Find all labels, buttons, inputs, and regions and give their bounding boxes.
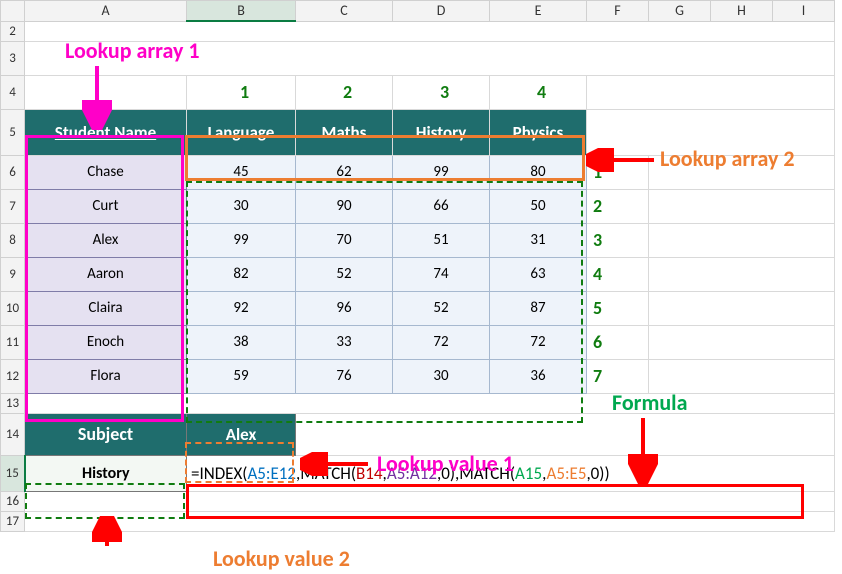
col-header-B[interactable]: B	[187, 1, 296, 22]
row-header-13[interactable]: 13	[1, 393, 25, 413]
side-index: 2	[587, 189, 649, 223]
row-header-5[interactable]: 5	[1, 109, 25, 155]
top-index-1: 1	[187, 75, 296, 109]
side-index: 7	[587, 359, 649, 393]
index-range-border	[186, 181, 583, 423]
row-header-9[interactable]: 9	[1, 257, 25, 291]
formula-border	[186, 484, 804, 519]
col-header-F[interactable]: F	[587, 1, 649, 22]
col-header-I[interactable]: I	[773, 1, 835, 22]
side-index: 3	[587, 223, 649, 257]
col-header-A[interactable]: A	[25, 1, 187, 22]
a15-ref-border	[25, 483, 185, 519]
row-header-14[interactable]: 14	[1, 413, 25, 455]
col-header-C[interactable]: C	[296, 1, 393, 22]
col-header-H[interactable]: H	[711, 1, 773, 22]
col-header-G[interactable]: G	[649, 1, 711, 22]
b14-ref-border	[185, 442, 294, 483]
row-header-12[interactable]: 12	[1, 359, 25, 393]
top-index-3: 3	[393, 75, 490, 109]
row-header-7[interactable]: 7	[1, 189, 25, 223]
row-header-17[interactable]: 17	[1, 511, 25, 531]
col-header-D[interactable]: D	[393, 1, 490, 22]
row-header-16[interactable]: 16	[1, 491, 25, 511]
side-index: 1	[587, 155, 649, 189]
col-header-E[interactable]: E	[490, 1, 587, 22]
row-header-10[interactable]: 10	[1, 291, 25, 325]
row-header-8[interactable]: 8	[1, 223, 25, 257]
lookup-array-1-border	[25, 135, 184, 422]
side-index: 6	[587, 325, 649, 359]
row-header-3[interactable]: 3	[1, 41, 25, 75]
top-index-4: 4	[490, 75, 587, 109]
lookup-value-2-label: Lookup value 2	[213, 545, 350, 572]
side-index: 4	[587, 257, 649, 291]
row-header-11[interactable]: 11	[1, 325, 25, 359]
select-all-corner[interactable]	[1, 1, 25, 22]
side-index: 5	[587, 291, 649, 325]
row-header-6[interactable]: 6	[1, 155, 25, 189]
row-header-4[interactable]: 4	[1, 75, 25, 109]
row-header-2[interactable]: 2	[1, 21, 25, 41]
top-index-2: 2	[296, 75, 393, 109]
lookup-array-2-border	[185, 135, 585, 181]
row-header-15[interactable]: 15	[1, 455, 25, 491]
